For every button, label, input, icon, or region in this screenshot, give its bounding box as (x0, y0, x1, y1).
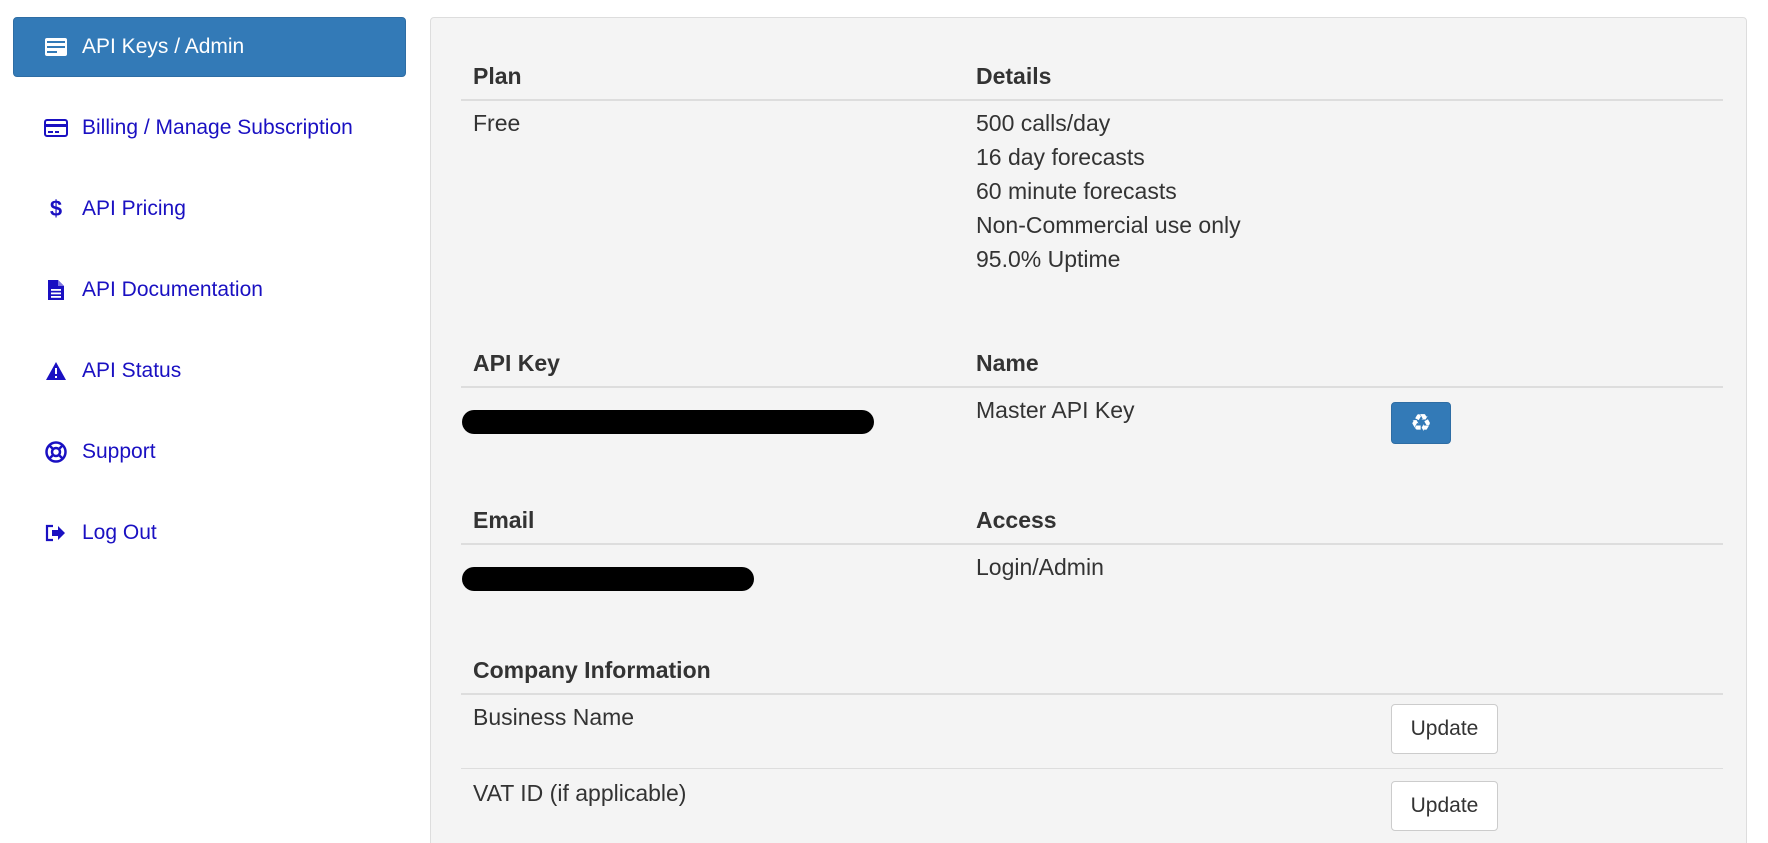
email-section: Email Access Login/Admin (461, 499, 1723, 591)
sidebar-nav: API Keys / Admin Billing / Manage Subscr… (13, 17, 406, 584)
update-business-name-button[interactable]: Update (1391, 704, 1498, 754)
plan-column-header: Plan (473, 63, 522, 89)
company-section: Company Information Business Name Update… (461, 649, 1723, 831)
plan-detail-item: 95.0% Uptime (976, 246, 1121, 272)
plan-detail-item: 60 minute forecasts (976, 178, 1177, 204)
sidebar-item-api-keys-admin[interactable]: API Keys / Admin (13, 17, 406, 77)
sidebar-item-support[interactable]: Support (13, 422, 406, 482)
lifebuoy-icon (44, 440, 68, 464)
sidebar-item-api-status[interactable]: API Status (13, 341, 406, 401)
page: API Keys / Admin Billing / Manage Subscr… (0, 0, 1768, 843)
plan-detail-item: 500 calls/day (976, 110, 1111, 136)
email-header-row: Email Access (461, 499, 1723, 545)
sidebar-item-billing[interactable]: Billing / Manage Subscription (13, 98, 406, 158)
sidebar-item-label: API Status (82, 359, 182, 382)
company-info-header: Company Information (473, 657, 711, 683)
name-column-header: Name (976, 350, 1039, 376)
access-column-header: Access (976, 507, 1057, 533)
details-column-header: Details (976, 63, 1052, 89)
logout-icon (44, 521, 68, 545)
company-header-row: Company Information (461, 649, 1723, 695)
plan-detail-item: 16 day forecasts (976, 144, 1145, 170)
sidebar-item-api-pricing[interactable]: $ API Pricing (13, 179, 406, 239)
keys-list-icon (44, 35, 68, 59)
api-key-column-header: API Key (473, 350, 560, 376)
plan-details-list: 500 calls/day 16 day forecasts 60 minute… (976, 106, 1241, 276)
email-column-header: Email (473, 507, 535, 533)
api-key-header-row: API Key Name (461, 342, 1723, 388)
plan-section: Plan Details Free 500 calls/day 16 day f… (461, 55, 1723, 272)
dollar-icon: $ (44, 197, 68, 221)
sidebar-item-api-documentation[interactable]: API Documentation (13, 260, 406, 320)
warning-icon (44, 359, 68, 383)
sidebar-item-label: API Documentation (82, 278, 263, 301)
update-button-label: Update (1410, 794, 1479, 817)
plan-detail-item: Non-Commercial use only (976, 212, 1241, 238)
account-panel: Plan Details Free 500 calls/day 16 day f… (430, 17, 1747, 843)
plan-header-row: Plan Details (461, 55, 1723, 101)
access-value: Login/Admin (976, 554, 1104, 580)
sidebar-item-label: Support (82, 440, 156, 463)
document-icon (44, 278, 68, 302)
sidebar-item-log-out[interactable]: Log Out (13, 503, 406, 563)
redacted-api-key (462, 410, 874, 434)
vat-id-label: VAT ID (if applicable) (473, 780, 687, 806)
plan-value: Free (473, 110, 521, 136)
update-button-label: Update (1410, 717, 1479, 740)
recycle-icon: ♻ (1410, 409, 1432, 437)
regenerate-key-button[interactable]: ♻ (1391, 402, 1451, 444)
sidebar-item-label: Log Out (82, 521, 157, 544)
sidebar-item-label: Billing / Manage Subscription (82, 116, 353, 139)
update-vat-id-button[interactable]: Update (1391, 781, 1498, 831)
api-key-name: Master API Key (976, 397, 1135, 423)
business-name-label: Business Name (473, 704, 635, 730)
api-key-section: API Key Name Master API Key ♻ (461, 342, 1723, 444)
row-divider (461, 768, 1723, 769)
redacted-email (462, 567, 754, 591)
credit-card-icon (44, 116, 68, 140)
sidebar-item-label: API Keys / Admin (82, 35, 245, 58)
svg-text:$: $ (50, 197, 62, 221)
sidebar-item-label: API Pricing (82, 197, 186, 220)
